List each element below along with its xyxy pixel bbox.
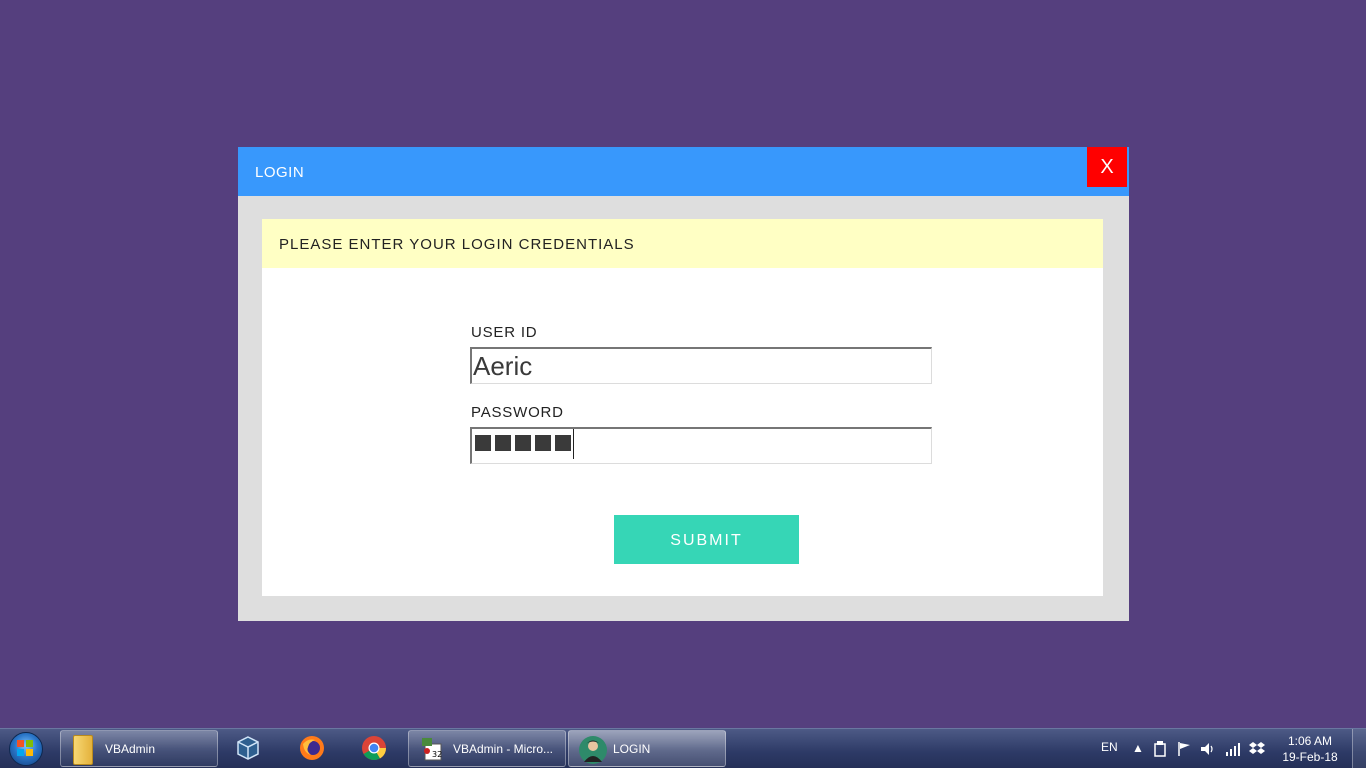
taskbar-item-label: VBAdmin [105, 742, 156, 756]
taskbar-item-vbadmin-folder[interactable]: VBAdmin [60, 730, 218, 767]
volume-icon[interactable] [1200, 741, 1216, 757]
taskbar-item-label: VBAdmin - Micro... [453, 742, 554, 756]
user-id-value: Aeric [473, 351, 533, 381]
clock-date: 19-Feb-18 [1282, 750, 1338, 764]
submit-button[interactable]: SUBMIT [614, 515, 799, 564]
user-id-input[interactable]: Aeric [470, 347, 932, 384]
password-mask-char [555, 435, 571, 451]
instruction-banner: PLEASE ENTER YOUR LOGIN CREDENTIALS [262, 219, 1103, 268]
taskbar-item-label: LOGIN [613, 742, 651, 756]
user-avatar-icon [579, 736, 607, 764]
text-caret [573, 429, 574, 459]
taskbar-item-vbadmin-editor[interactable]: 32 VBAdmin - Micro... [408, 730, 566, 767]
dialog-title: LOGIN [255, 164, 305, 181]
language-indicator[interactable]: EN [1101, 740, 1118, 754]
clock-time: 1:06 AM [1287, 734, 1333, 748]
taskbar-item-chrome[interactable] [346, 730, 404, 767]
action-center-flag-icon[interactable] [1177, 741, 1191, 757]
dropbox-icon[interactable] [1249, 741, 1265, 757]
taskbar: VBAdmin 32 VBAdmin - Micro... LOGIN EN ▲… [0, 728, 1366, 768]
user-id-label: USER ID [471, 324, 538, 341]
folder-icon [73, 735, 93, 765]
device-icon[interactable] [1153, 741, 1167, 757]
start-button[interactable] [6, 731, 46, 767]
show-hidden-icons-icon[interactable]: ▲ [1132, 740, 1144, 756]
taskbar-item-virtualbox[interactable] [222, 730, 276, 767]
windows-logo-icon [17, 740, 33, 756]
password-label: PASSWORD [471, 404, 564, 421]
password-input[interactable] [470, 427, 932, 464]
system-clock[interactable]: 1:06 AM 19-Feb-18 [1280, 733, 1340, 765]
taskbar-item-firefox[interactable] [284, 730, 342, 767]
chrome-icon [362, 736, 386, 761]
password-mask-char [515, 435, 531, 451]
password-mask-char [535, 435, 551, 451]
password-mask [475, 429, 574, 459]
firefox-icon [300, 736, 324, 760]
virtualbox-icon [237, 736, 259, 760]
close-button[interactable]: X [1087, 147, 1127, 187]
password-mask-char [495, 435, 511, 451]
vba-icon: 32 [422, 738, 442, 761]
taskbar-item-login[interactable]: LOGIN [568, 730, 726, 767]
instruction-text: PLEASE ENTER YOUR LOGIN CREDENTIALS [279, 236, 635, 253]
dialog-content: PLEASE ENTER YOUR LOGIN CREDENTIALS USER… [262, 219, 1103, 596]
svg-text:32: 32 [432, 750, 442, 759]
login-dialog: LOGIN X PLEASE ENTER YOUR LOGIN CREDENTI… [238, 147, 1129, 621]
network-signal-icon[interactable] [1225, 741, 1241, 757]
dialog-titlebar[interactable]: LOGIN X [238, 147, 1129, 196]
show-desktop-button[interactable] [1352, 729, 1366, 768]
password-mask-char [475, 435, 491, 451]
